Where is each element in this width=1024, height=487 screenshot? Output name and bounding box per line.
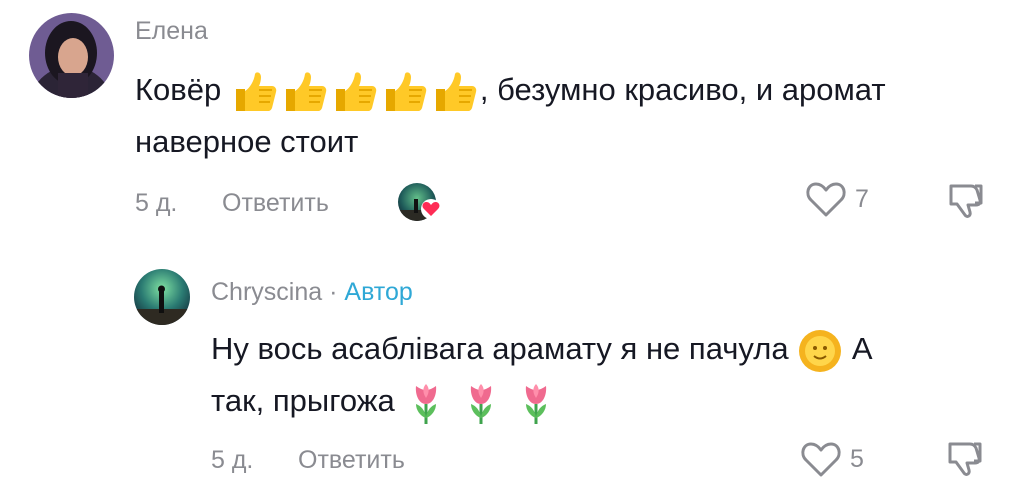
author-badge: Автор xyxy=(344,278,413,306)
thumbs-down-icon xyxy=(948,442,982,476)
comment-text: Ну вось асаблівага арамату я не пачула А… xyxy=(211,323,1001,427)
comment-author-line: Chryscina · Автор xyxy=(211,278,413,307)
reply-button[interactable]: Ответить xyxy=(222,189,329,218)
tulip-icon xyxy=(416,383,437,424)
heart-outline-icon xyxy=(801,442,841,477)
comment-text: Ковёр , безумно красиво, и аромат наверн… xyxy=(135,64,1005,168)
like-button[interactable]: 7 xyxy=(805,180,869,218)
tulip-icon xyxy=(525,383,546,424)
sun-with-face-icon xyxy=(799,329,842,372)
like-count: 5 xyxy=(850,444,864,473)
comment-author[interactable]: Елена xyxy=(135,17,208,46)
thumbs-up-emoji-row xyxy=(230,72,480,111)
thumbs-up-icon xyxy=(435,72,477,111)
like-count: 7 xyxy=(855,184,869,213)
avatar-chryscina[interactable] xyxy=(134,269,190,325)
reply-button[interactable]: Ответить xyxy=(298,446,405,475)
tulip-icon xyxy=(470,383,492,424)
thumbs-up-icon xyxy=(385,72,427,111)
separator-dot: · xyxy=(329,278,338,306)
comment-author[interactable]: Chryscina xyxy=(211,278,322,306)
comment-age: 5 д. xyxy=(135,189,178,217)
dislike-button[interactable] xyxy=(945,180,987,227)
comment-age: 5 д. xyxy=(211,446,254,474)
avatar-elena[interactable] xyxy=(29,13,114,98)
thumbs-up-icon xyxy=(285,72,327,111)
thumbs-up-icon xyxy=(335,72,377,111)
heart-outline-icon xyxy=(806,182,846,217)
thumbs-up-icon xyxy=(235,72,277,111)
creator-heart-badge xyxy=(421,199,441,219)
dislike-button[interactable] xyxy=(944,438,986,485)
like-button[interactable]: 5 xyxy=(800,440,864,478)
thumbs-down-icon xyxy=(949,184,983,218)
